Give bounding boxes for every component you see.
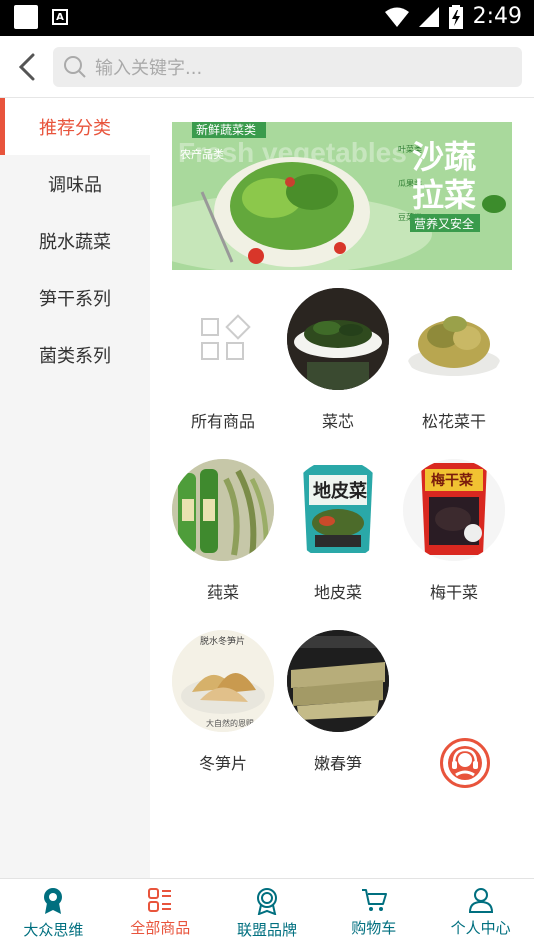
sidebar-item-dehydrated-vegetables[interactable]: 脱水蔬菜	[0, 212, 150, 269]
svg-text:农产品类: 农产品类	[180, 147, 224, 161]
sidebar-item-recommended[interactable]: 推荐分类	[0, 98, 150, 155]
chevron-left-icon	[18, 53, 35, 81]
product-all-items[interactable]: 所有商品	[165, 288, 281, 458]
customer-service-button[interactable]	[440, 738, 490, 788]
badge-icon	[256, 888, 277, 915]
cart-icon	[361, 889, 387, 911]
product-image	[287, 288, 389, 390]
svg-text:地皮菜: 地皮菜	[313, 480, 367, 502]
bottom-tab-bar: 大众思维 全部商品 联盟品牌 购物车 个人中心	[0, 878, 534, 950]
sidebar-item-mushrooms[interactable]: 菌类系列	[0, 326, 150, 383]
product-image: 梅干菜	[403, 459, 505, 561]
svg-text:脱水冬笋片: 脱水冬笋片	[200, 635, 245, 647]
svg-text:拉菜: 拉菜	[412, 176, 476, 214]
all-items-icon	[172, 288, 274, 390]
sidebar-item-dried-bamboo[interactable]: 笋干系列	[0, 269, 150, 326]
product-label: 菜芯	[321, 412, 354, 431]
svg-text:新鲜蔬菜类: 新鲜蔬菜类	[196, 122, 256, 137]
user-icon	[468, 888, 493, 913]
product-label: 松花菜干	[421, 412, 486, 431]
product-dipicai[interactable]: 地皮菜 地皮菜	[280, 459, 396, 629]
header: 输入关键字...	[0, 36, 534, 98]
main-content: Fresh vegetables 新鲜蔬菜类 农产品类 叶菜类 瓜果类 豆菜类 …	[150, 98, 534, 880]
notification-icon	[14, 5, 38, 29]
product-label: 梅干菜	[429, 583, 478, 602]
product-nenchunsun[interactable]: 嫩春笋	[280, 630, 396, 800]
search-input[interactable]: 输入关键字...	[53, 47, 522, 87]
product-caixin[interactable]: 菜芯	[280, 288, 396, 458]
signal-icon	[418, 6, 439, 27]
status-bar: A 2:49	[0, 0, 534, 36]
promo-banner[interactable]: Fresh vegetables 新鲜蔬菜类 农产品类 叶菜类 瓜果类 豆菜类 …	[172, 122, 512, 270]
product-songhua-caigan[interactable]: 松花菜干	[396, 288, 512, 458]
wifi-icon	[384, 7, 409, 27]
product-image	[287, 630, 389, 732]
battery-icon	[448, 4, 463, 29]
search-icon	[64, 56, 86, 78]
svg-text:营养又安全: 营养又安全	[414, 216, 474, 231]
product-label: 冬笋片	[198, 754, 247, 773]
svg-text:大自然的恩赐: 大自然的恩赐	[206, 718, 254, 728]
product-label: 莼菜	[206, 583, 239, 602]
tab-all-products[interactable]: 全部商品	[107, 879, 214, 950]
product-image: 地皮菜	[287, 459, 389, 561]
banner-art: Fresh vegetables 新鲜蔬菜类 农产品类 叶菜类 瓜果类 豆菜类 …	[172, 122, 512, 270]
product-dongsunpian[interactable]: 脱水冬笋片 大自然的恩赐 冬笋片	[165, 630, 281, 800]
tab-home[interactable]: 大众思维	[0, 879, 107, 950]
accessibility-icon: A	[52, 9, 68, 25]
svg-text:梅干菜: 梅干菜	[431, 472, 474, 489]
product-image: 脱水冬笋片 大自然的恩赐	[172, 630, 274, 732]
product-meigancai[interactable]: 梅干菜 梅干菜	[396, 459, 512, 629]
product-chuncai[interactable]: 莼菜	[165, 459, 281, 629]
tab-profile[interactable]: 个人中心	[427, 879, 534, 950]
search-placeholder: 输入关键字...	[95, 58, 203, 79]
product-image	[172, 459, 274, 561]
back-button[interactable]	[10, 50, 44, 84]
product-label: 所有商品	[190, 412, 255, 431]
clock: 2:49	[472, 4, 522, 29]
award-icon	[44, 888, 63, 914]
headset-icon	[448, 746, 482, 780]
product-image	[403, 288, 505, 390]
sidebar-item-seasoning[interactable]: 调味品	[0, 155, 150, 212]
category-sidebar: 推荐分类 调味品 脱水蔬菜 笋干系列 菌类系列	[0, 98, 150, 880]
product-label: 地皮菜	[313, 583, 362, 602]
tab-cart[interactable]: 购物车	[320, 879, 427, 950]
product-label: 嫩春笋	[313, 754, 362, 773]
tab-alliance-brands[interactable]: 联盟品牌	[214, 879, 321, 950]
list-icon	[148, 888, 172, 912]
svg-text:沙蔬: 沙蔬	[412, 138, 476, 176]
